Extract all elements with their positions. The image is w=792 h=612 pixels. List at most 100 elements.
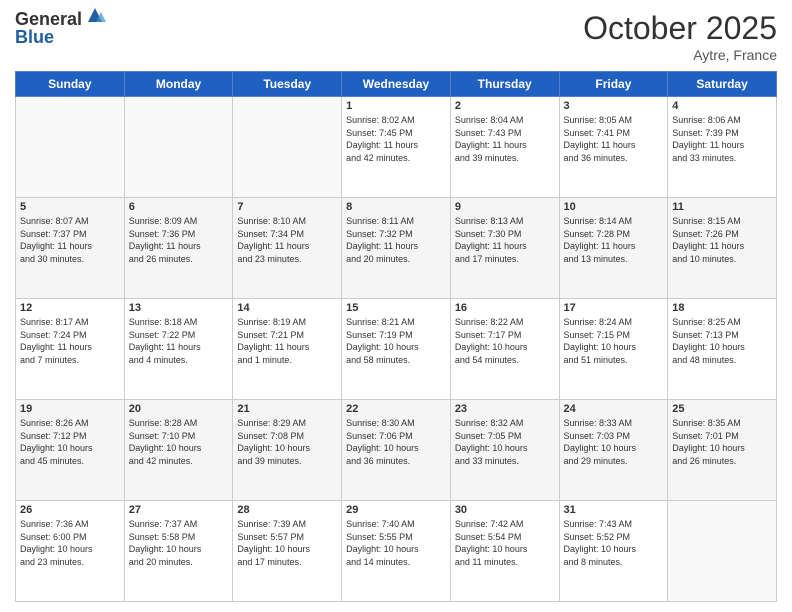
day-number: 1 xyxy=(346,100,446,112)
dow-header-friday: Friday xyxy=(559,72,668,97)
dow-header-wednesday: Wednesday xyxy=(342,72,451,97)
calendar-cell: 22 Sunrise: 8:30 AM Sunset: 7:06 PM Dayli… xyxy=(342,400,451,501)
calendar-cell: 16 Sunrise: 8:22 AM Sunset: 7:17 PM Dayli… xyxy=(450,299,559,400)
day-number: 29 xyxy=(346,504,446,516)
day-info: Sunrise: 8:21 AM Sunset: 7:19 PM Dayligh… xyxy=(346,316,446,366)
day-number: 7 xyxy=(237,201,337,213)
logo-text: General Blue xyxy=(15,10,106,46)
day-info: Sunrise: 8:33 AM Sunset: 7:03 PM Dayligh… xyxy=(564,417,664,467)
calendar-cell: 21 Sunrise: 8:29 AM Sunset: 7:08 PM Dayli… xyxy=(233,400,342,501)
calendar-cell: 7 Sunrise: 8:10 AM Sunset: 7:34 PM Daylig… xyxy=(233,198,342,299)
calendar-cell: 17Sunrise: 8:24 AM Sunset: 7:15 PM Dayli… xyxy=(559,299,668,400)
day-info: Sunrise: 8:22 AM Sunset: 7:17 PM Dayligh… xyxy=(455,316,555,366)
calendar-cell: 1Sunrise: 8:02 AM Sunset: 7:45 PM Daylig… xyxy=(342,97,451,198)
day-info: Sunrise: 7:43 AM Sunset: 5:52 PM Dayligh… xyxy=(564,518,664,568)
day-number: 10 xyxy=(564,201,664,213)
calendar-cell xyxy=(124,97,233,198)
calendar-cell: 26 Sunrise: 7:36 AM Sunset: 6:00 PM Dayli… xyxy=(16,501,125,602)
header: General Blue October 2025 Aytre, France xyxy=(15,10,777,63)
calendar-week-4: 26 Sunrise: 7:36 AM Sunset: 6:00 PM Dayli… xyxy=(16,501,777,602)
day-number: 21 xyxy=(237,403,337,415)
day-number: 4 xyxy=(672,100,772,112)
calendar-cell: 23 Sunrise: 8:32 AM Sunset: 7:05 PM Dayli… xyxy=(450,400,559,501)
calendar-cell: 19Sunrise: 8:26 AM Sunset: 7:12 PM Dayli… xyxy=(16,400,125,501)
day-info: Sunrise: 7:36 AM Sunset: 6:00 PM Dayligh… xyxy=(20,518,120,568)
day-info: Sunrise: 8:32 AM Sunset: 7:05 PM Dayligh… xyxy=(455,417,555,467)
day-of-week-row: SundayMondayTuesdayWednesdayThursdayFrid… xyxy=(16,72,777,97)
day-number: 3 xyxy=(564,100,664,112)
day-number: 22 xyxy=(346,403,446,415)
logo-icon xyxy=(84,4,106,26)
day-info: Sunrise: 7:42 AM Sunset: 5:54 PM Dayligh… xyxy=(455,518,555,568)
calendar-table: SundayMondayTuesdayWednesdayThursdayFrid… xyxy=(15,71,777,602)
calendar-cell: 28Sunrise: 7:39 AM Sunset: 5:57 PM Dayli… xyxy=(233,501,342,602)
day-number: 23 xyxy=(455,403,555,415)
day-info: Sunrise: 8:04 AM Sunset: 7:43 PM Dayligh… xyxy=(455,114,555,164)
title-section: October 2025 Aytre, France xyxy=(583,10,777,63)
day-info: Sunrise: 8:35 AM Sunset: 7:01 PM Dayligh… xyxy=(672,417,772,467)
day-number: 16 xyxy=(455,302,555,314)
dow-header-tuesday: Tuesday xyxy=(233,72,342,97)
day-number: 20 xyxy=(129,403,229,415)
calendar-cell: 9Sunrise: 8:13 AM Sunset: 7:30 PM Daylig… xyxy=(450,198,559,299)
calendar-cell: 30Sunrise: 7:42 AM Sunset: 5:54 PM Dayli… xyxy=(450,501,559,602)
calendar-cell: 15 Sunrise: 8:21 AM Sunset: 7:19 PM Dayli… xyxy=(342,299,451,400)
calendar-week-0: 1Sunrise: 8:02 AM Sunset: 7:45 PM Daylig… xyxy=(16,97,777,198)
calendar-cell xyxy=(668,501,777,602)
day-info: Sunrise: 8:25 AM Sunset: 7:13 PM Dayligh… xyxy=(672,316,772,366)
day-info: Sunrise: 8:19 AM Sunset: 7:21 PM Dayligh… xyxy=(237,316,337,366)
day-info: Sunrise: 8:14 AM Sunset: 7:28 PM Dayligh… xyxy=(564,215,664,265)
calendar-cell: 8Sunrise: 8:11 AM Sunset: 7:32 PM Daylig… xyxy=(342,198,451,299)
day-number: 17 xyxy=(564,302,664,314)
calendar-week-1: 5Sunrise: 8:07 AM Sunset: 7:37 PM Daylig… xyxy=(16,198,777,299)
day-number: 15 xyxy=(346,302,446,314)
dow-header-saturday: Saturday xyxy=(668,72,777,97)
calendar-week-3: 19Sunrise: 8:26 AM Sunset: 7:12 PM Dayli… xyxy=(16,400,777,501)
day-info: Sunrise: 8:28 AM Sunset: 7:10 PM Dayligh… xyxy=(129,417,229,467)
day-number: 8 xyxy=(346,201,446,213)
calendar-cell: 18 Sunrise: 8:25 AM Sunset: 7:13 PM Dayli… xyxy=(668,299,777,400)
calendar-week-2: 12 Sunrise: 8:17 AM Sunset: 7:24 PM Dayli… xyxy=(16,299,777,400)
calendar-cell: 13 Sunrise: 8:18 AM Sunset: 7:22 PM Dayli… xyxy=(124,299,233,400)
day-number: 12 xyxy=(20,302,120,314)
day-info: Sunrise: 8:10 AM Sunset: 7:34 PM Dayligh… xyxy=(237,215,337,265)
calendar-cell: 27Sunrise: 7:37 AM Sunset: 5:58 PM Dayli… xyxy=(124,501,233,602)
calendar-cell: 20 Sunrise: 8:28 AM Sunset: 7:10 PM Dayli… xyxy=(124,400,233,501)
calendar-cell xyxy=(16,97,125,198)
day-info: Sunrise: 8:30 AM Sunset: 7:06 PM Dayligh… xyxy=(346,417,446,467)
page: General Blue October 2025 Aytre, France … xyxy=(0,0,792,612)
dow-header-sunday: Sunday xyxy=(16,72,125,97)
day-number: 6 xyxy=(129,201,229,213)
calendar-cell: 29 Sunrise: 7:40 AM Sunset: 5:55 PM Dayli… xyxy=(342,501,451,602)
day-number: 18 xyxy=(672,302,772,314)
day-info: Sunrise: 7:40 AM Sunset: 5:55 PM Dayligh… xyxy=(346,518,446,568)
day-number: 14 xyxy=(237,302,337,314)
day-info: Sunrise: 7:39 AM Sunset: 5:57 PM Dayligh… xyxy=(237,518,337,568)
day-number: 27 xyxy=(129,504,229,516)
day-number: 13 xyxy=(129,302,229,314)
calendar-cell: 2Sunrise: 8:04 AM Sunset: 7:43 PM Daylig… xyxy=(450,97,559,198)
logo: General Blue xyxy=(15,10,106,46)
day-info: Sunrise: 8:18 AM Sunset: 7:22 PM Dayligh… xyxy=(129,316,229,366)
logo-general: General xyxy=(15,10,82,28)
calendar-cell: 14 Sunrise: 8:19 AM Sunset: 7:21 PM Dayli… xyxy=(233,299,342,400)
calendar-cell: 6Sunrise: 8:09 AM Sunset: 7:36 PM Daylig… xyxy=(124,198,233,299)
calendar-cell: 12 Sunrise: 8:17 AM Sunset: 7:24 PM Dayli… xyxy=(16,299,125,400)
logo-blue: Blue xyxy=(15,28,106,46)
day-number: 24 xyxy=(564,403,664,415)
day-info: Sunrise: 8:15 AM Sunset: 7:26 PM Dayligh… xyxy=(672,215,772,265)
day-number: 25 xyxy=(672,403,772,415)
month-title: October 2025 xyxy=(583,10,777,47)
dow-header-thursday: Thursday xyxy=(450,72,559,97)
day-info: Sunrise: 8:29 AM Sunset: 7:08 PM Dayligh… xyxy=(237,417,337,467)
day-info: Sunrise: 8:07 AM Sunset: 7:37 PM Dayligh… xyxy=(20,215,120,265)
day-info: Sunrise: 8:17 AM Sunset: 7:24 PM Dayligh… xyxy=(20,316,120,366)
calendar-cell: 25 Sunrise: 8:35 AM Sunset: 7:01 PM Dayli… xyxy=(668,400,777,501)
day-number: 26 xyxy=(20,504,120,516)
day-number: 11 xyxy=(672,201,772,213)
location: Aytre, France xyxy=(583,47,777,63)
day-info: Sunrise: 8:13 AM Sunset: 7:30 PM Dayligh… xyxy=(455,215,555,265)
calendar-cell: 11 Sunrise: 8:15 AM Sunset: 7:26 PM Dayli… xyxy=(668,198,777,299)
day-info: Sunrise: 8:26 AM Sunset: 7:12 PM Dayligh… xyxy=(20,417,120,467)
calendar-cell: 24 Sunrise: 8:33 AM Sunset: 7:03 PM Dayli… xyxy=(559,400,668,501)
